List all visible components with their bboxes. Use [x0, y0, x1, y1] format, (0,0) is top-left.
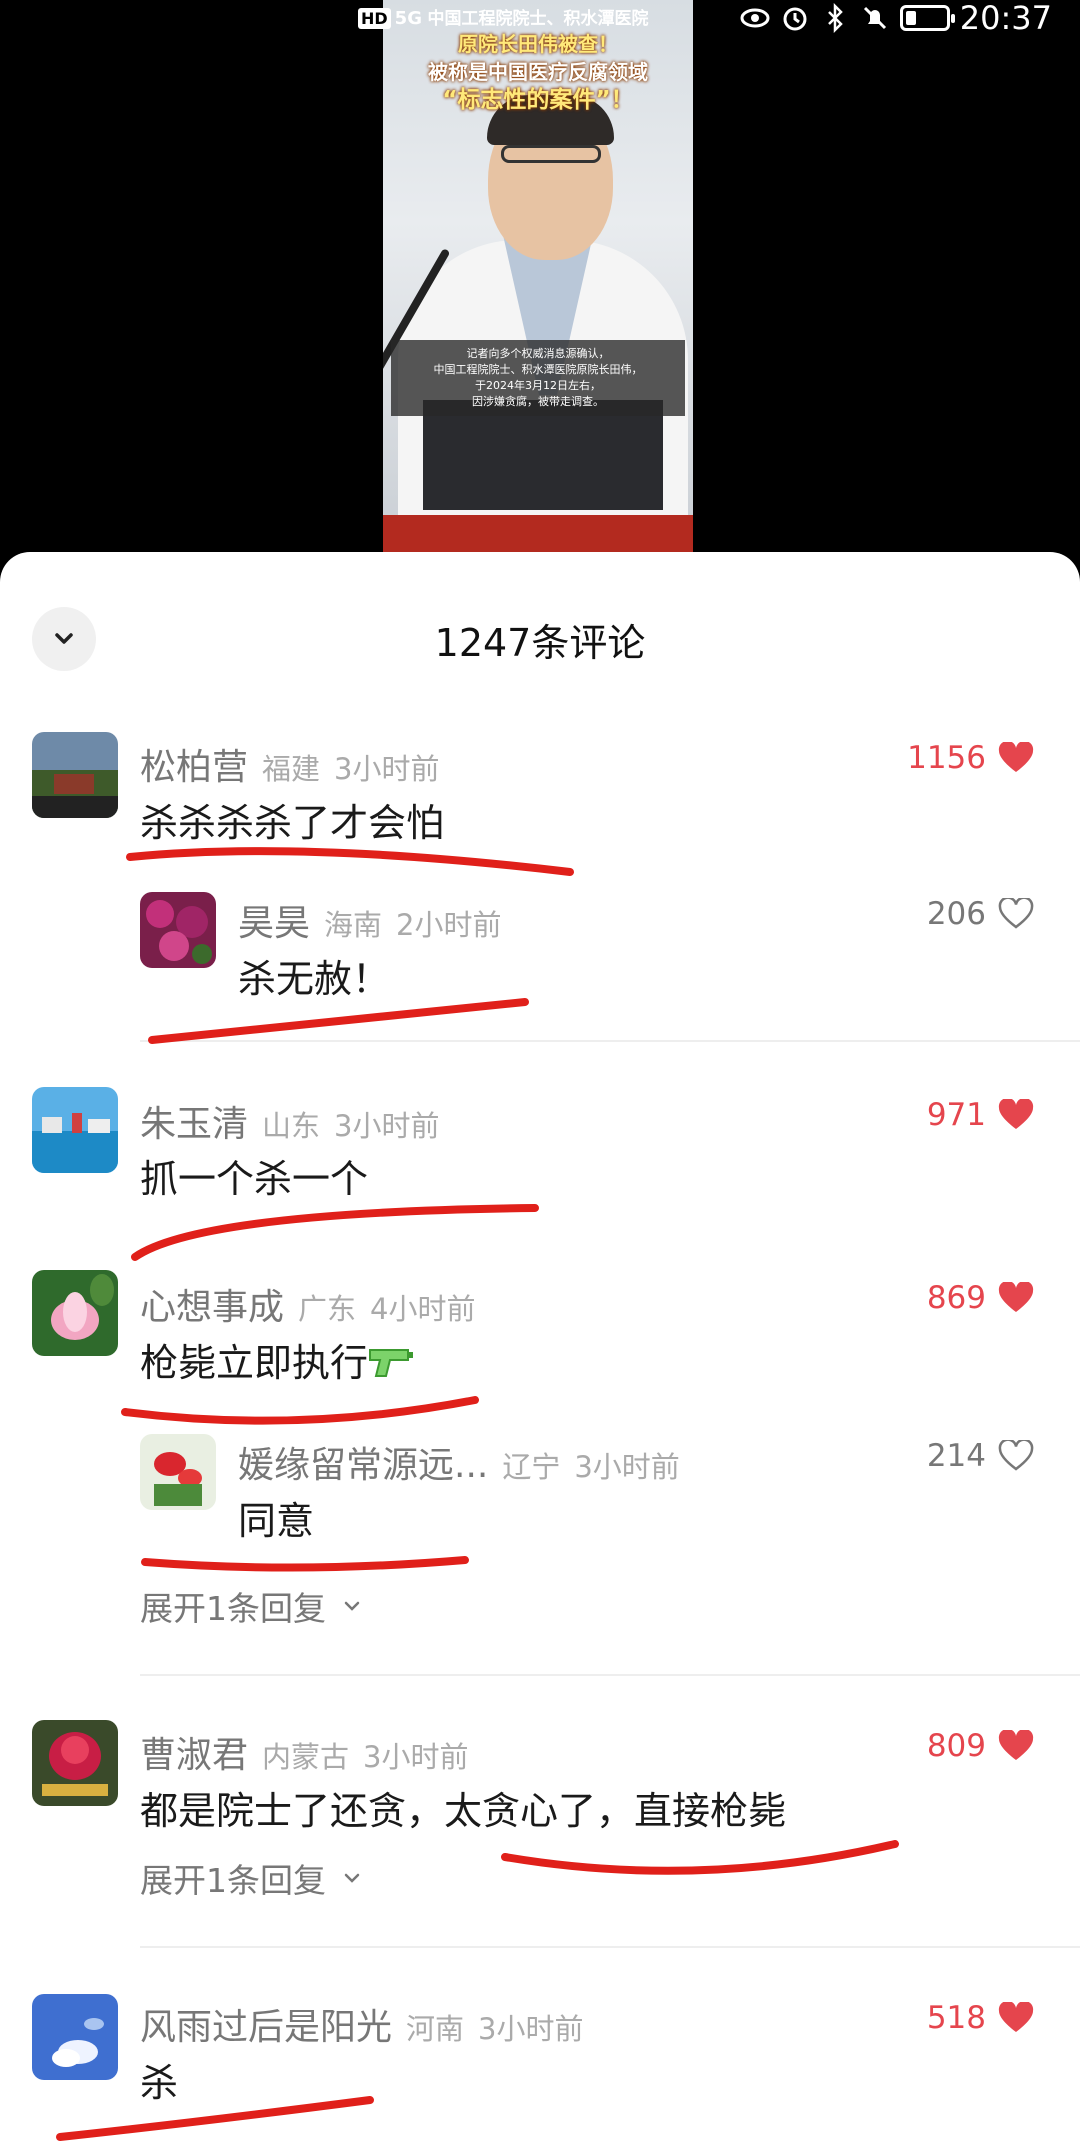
username[interactable]: 风雨过后是阳光 [140, 1998, 392, 2050]
timestamp: 3小时前 [478, 2012, 584, 2046]
heart-outline-icon [998, 898, 1034, 929]
username[interactable]: 朱玉清 [140, 1095, 248, 1147]
timestamp: 3小时前 [363, 1740, 469, 1774]
alarm-icon [783, 7, 807, 31]
region: 福建 [262, 752, 321, 786]
comment-meta: 曹淑君 内蒙古 3小时前 [140, 1726, 468, 1778]
like-count: 1156 [907, 740, 986, 776]
comment-text: 枪毙立即执行 [140, 1332, 414, 1387]
caption-line-1: 记者向多个权威消息源确认， [466, 347, 610, 360]
heart-outline-icon [998, 1440, 1034, 1471]
battery-icon [899, 5, 955, 31]
comment-text: 都是院士了还贪，太贪心了，直接枪毙 [140, 1789, 787, 1833]
avatar[interactable] [32, 1087, 118, 1173]
timestamp: 4小时前 [370, 1292, 476, 1326]
comment-text: 抓一个杀一个 [140, 1157, 369, 1201]
heart-filled-icon [998, 1282, 1034, 1312]
video-frame: 中国工程院院士、积水潭医院 原院长田伟被查！ 被称是中国医疗反腐领域 “标志性的… [383, 0, 693, 555]
comment-meta: 朱玉清 山东 3小时前 [140, 1095, 439, 1147]
comment-text: 杀 [140, 2061, 179, 2105]
bluetooth-icon [827, 3, 843, 33]
network-indicator: 5G [394, 7, 422, 29]
hd-badge: HD [358, 7, 391, 29]
username[interactable]: 媛缘留常源远... [238, 1436, 488, 1488]
expand-replies-label: 展开1条回复 [140, 1861, 326, 1900]
region: 内蒙古 [262, 1740, 350, 1774]
heart-filled-icon [998, 2002, 1034, 2032]
like-button[interactable]: 518 [927, 2000, 1034, 2036]
like-count: 809 [926, 1728, 986, 1764]
avatar[interactable] [32, 1994, 118, 2080]
like-count: 214 [926, 1438, 986, 1474]
expand-replies-button[interactable]: 展开1条回复 [140, 1582, 364, 1630]
video-player[interactable]: HD 5G 20:37 中国工程院院士、积水潭医院 原院长田伟被查！ 被称是中国… [0, 0, 1080, 600]
comment-meta: 媛缘留常源远... 辽宁 3小时前 [238, 1436, 680, 1488]
username[interactable]: 心想事成 [140, 1278, 284, 1330]
username[interactable]: 曹淑君 [140, 1726, 248, 1778]
mute-bell-icon [863, 6, 886, 30]
divider [140, 1674, 1080, 1676]
comment-count-title: 1247条评论 [434, 621, 646, 665]
chevron-down-icon [344, 1873, 360, 1883]
chevron-down-icon [344, 1601, 360, 1611]
comment-meta: 心想事成 广东 4小时前 [140, 1278, 475, 1330]
heart-filled-icon [998, 1099, 1034, 1129]
region: 山东 [262, 1109, 321, 1143]
comment-text-content: 枪毙立即执行 [140, 1341, 369, 1385]
headline-line-4: “标志性的案件”！ [442, 87, 634, 113]
podium [423, 400, 663, 510]
expand-replies-button[interactable]: 展开1条回复 [140, 1854, 364, 1902]
timestamp: 3小时前 [574, 1450, 680, 1484]
clock: 20:37 [959, 0, 1052, 37]
heart-filled-icon [998, 1730, 1034, 1760]
divider [140, 1040, 1080, 1042]
comment-text: 杀无赦！ [238, 957, 391, 1001]
avatar[interactable] [140, 1434, 216, 1510]
username[interactable]: 昊昊 [238, 894, 310, 946]
comment-meta: 昊昊 海南 2小时前 [238, 894, 501, 946]
expand-replies-label: 展开1条回复 [140, 1589, 326, 1628]
like-button[interactable]: 1156 [907, 740, 1034, 776]
comment-meta: 风雨过后是阳光 河南 3小时前 [140, 1998, 583, 2050]
status-right: 20:37 [740, 0, 1052, 37]
avatar[interactable] [32, 1270, 118, 1356]
like-button[interactable]: 206 [927, 896, 1034, 932]
timestamp: 3小时前 [334, 752, 440, 786]
heart-filled-icon [998, 742, 1034, 772]
divider [140, 1946, 1080, 1948]
like-button[interactable]: 869 [927, 1280, 1034, 1316]
caption-line-2: 中国工程院院士、积水潭医院原院长田伟， [433, 363, 643, 376]
region: 河南 [406, 2012, 465, 2046]
username[interactable]: 松柏营 [140, 738, 248, 790]
avatar[interactable] [32, 732, 118, 818]
banner-strip [383, 515, 693, 555]
status-left: HD 5G [358, 0, 422, 36]
person-glasses [501, 145, 601, 163]
comment-sheet: 1247条评论 松柏营 福建 3小时前 杀杀杀杀了才会怕 1156 昊昊 海南 … [0, 552, 1080, 2146]
avatar[interactable] [140, 892, 216, 968]
like-count: 971 [926, 1097, 986, 1133]
like-button[interactable]: 971 [927, 1097, 1034, 1133]
region: 海南 [324, 908, 383, 942]
eye-icon [740, 8, 770, 28]
caption-line-4: 因涉嫌贪腐，被带走调查。 [472, 395, 604, 408]
like-button[interactable]: 214 [927, 1438, 1034, 1474]
like-count: 206 [926, 896, 986, 932]
like-count: 518 [926, 2000, 986, 2036]
like-button[interactable]: 809 [927, 1728, 1034, 1764]
comment-text: 同意 [238, 1499, 315, 1543]
avatar[interactable] [32, 1720, 118, 1806]
caption-line-3: 于2024年3月12日左右， [475, 379, 601, 392]
comment-text: 杀杀杀杀了才会怕 [140, 801, 445, 845]
timestamp: 3小时前 [334, 1109, 440, 1143]
comment-meta: 松柏营 福建 3小时前 [140, 738, 439, 790]
region: 辽宁 [502, 1450, 561, 1484]
headline-line-3: 被称是中国医疗反腐领域 [428, 60, 648, 84]
like-count: 869 [926, 1280, 986, 1316]
video-caption: 记者向多个权威消息源确认， 中国工程院院士、积水潭医院原院长田伟， 于2024年… [391, 340, 685, 416]
status-bar: HD 5G 20:37 [0, 0, 1080, 37]
region: 广东 [298, 1292, 357, 1326]
timestamp: 2小时前 [396, 908, 502, 942]
water-pistol-emoji [369, 1349, 414, 1377]
